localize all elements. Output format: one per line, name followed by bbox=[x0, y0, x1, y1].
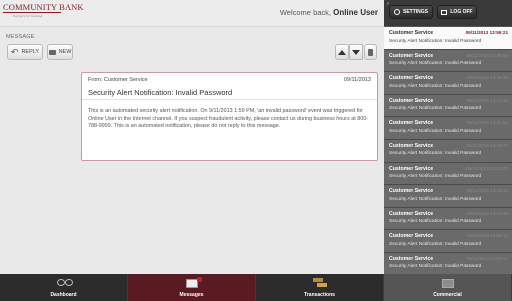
item-subject: Security Alert Notification: Invalid Pas… bbox=[389, 151, 482, 157]
item-subject: Security Alert Notification: Invalid Pas… bbox=[389, 219, 482, 225]
welcome-prefix: Welcome back, bbox=[279, 8, 331, 17]
from-label: From: bbox=[88, 77, 103, 83]
item-date: 09/11/2013 13:41:43 bbox=[466, 97, 508, 103]
message-from: From: Customer Service bbox=[88, 77, 148, 83]
panel-header: ↗ SETTINGS LOG OFF bbox=[384, 0, 512, 26]
message-subject: Security Alert Notification: Invalid Pas… bbox=[88, 88, 233, 97]
item-sender: Customer Service bbox=[389, 97, 434, 104]
bottom-navigation: Dashboard Messages Transactions Commerci… bbox=[0, 274, 512, 301]
item-sender: Customer Service bbox=[389, 255, 434, 262]
new-message-button[interactable]: NEW bbox=[47, 44, 73, 60]
delete-message-button[interactable] bbox=[364, 44, 377, 60]
item-sender: Customer Service bbox=[389, 188, 434, 195]
item-sender: Customer Service bbox=[389, 120, 434, 127]
item-date: 09/11/2013 13:46:19 bbox=[466, 75, 508, 81]
item-date: 09/11/2013 13:29:17 bbox=[466, 142, 508, 148]
item-date: 09/11/2013 13:18:42 bbox=[466, 188, 508, 194]
section-label: MESSAGE bbox=[6, 34, 35, 40]
nav-commercial-label: Commercial bbox=[433, 292, 462, 298]
user-name: Online User bbox=[333, 8, 378, 17]
trash-icon bbox=[368, 48, 373, 56]
welcome-text: Welcome back, Online User bbox=[280, 8, 378, 17]
list-item[interactable]: Customer Service 09/11/2013 13:10:36 Sec… bbox=[384, 207, 512, 231]
item-subject: Security Alert Notification: Invalid Pas… bbox=[389, 196, 482, 202]
item-sender: Customer Service bbox=[389, 75, 434, 82]
nav-transactions[interactable]: Transactions bbox=[256, 274, 384, 301]
item-sender: Customer Service bbox=[389, 30, 434, 36]
next-message-button[interactable] bbox=[349, 44, 363, 60]
message-list-panel: ↗ SETTINGS LOG OFF Customer Service 09/1… bbox=[384, 0, 512, 276]
bank-tagline: Partners for banking bbox=[13, 14, 43, 18]
settings-button[interactable]: SETTINGS bbox=[389, 5, 433, 19]
item-subject: Security Alert Notification: Invalid Pas… bbox=[389, 38, 482, 44]
from-value: Customer Service bbox=[103, 77, 148, 83]
item-subject: Security Alert Notification: Invalid Pas… bbox=[389, 128, 482, 134]
item-date: 09/11/2013 13:48:58 bbox=[466, 52, 508, 58]
item-sender: Customer Service bbox=[389, 142, 434, 149]
nav-messages-label: Messages bbox=[179, 292, 204, 298]
previous-message-button[interactable] bbox=[335, 44, 349, 60]
arrow-up-icon bbox=[338, 49, 346, 55]
item-subject: Security Alert Notification: Invalid Pas… bbox=[389, 264, 482, 270]
list-item[interactable]: Customer Service 09/11/2013 13:46:19 Sec… bbox=[384, 72, 512, 95]
bank-name: COMMUNITY BANK bbox=[3, 2, 84, 13]
item-sender: Customer Service bbox=[389, 233, 434, 240]
nav-dashboard-label: Dashboard bbox=[50, 292, 77, 298]
list-item[interactable]: Customer Service 09/11/2013 13:59:21 Sec… bbox=[384, 27, 512, 50]
divider bbox=[82, 99, 377, 100]
item-sender: Customer Service bbox=[389, 165, 434, 172]
item-subject: Security Alert Notification: Invalid Pas… bbox=[389, 61, 482, 67]
item-subject: Security Alert Notification: Invalid Pas… bbox=[389, 83, 482, 89]
new-label: NEW bbox=[58, 49, 72, 55]
log-off-icon bbox=[441, 9, 448, 15]
message-pane: MESSAGE ↶ REPLY NEW From: Customer Servi… bbox=[0, 28, 384, 274]
item-date: 09/11/2013 13:05:11 bbox=[466, 233, 508, 239]
gear-icon bbox=[393, 9, 400, 15]
list-item[interactable]: Customer Service 09/11/2013 13:21:03 Sec… bbox=[384, 162, 512, 186]
bank-logo[interactable]: COMMUNITY BANK Partners for banking bbox=[3, 2, 84, 22]
item-date: 09/11/2013 13:59:21 bbox=[465, 30, 508, 35]
item-date: 09/11/2013 12:58:47 bbox=[466, 255, 508, 261]
item-subject: Security Alert Notification: Invalid Pas… bbox=[389, 241, 482, 247]
reply-label: REPLY bbox=[21, 49, 40, 55]
reply-icon: ↶ bbox=[10, 47, 19, 57]
item-date: 09/11/2013 13:10:36 bbox=[466, 210, 508, 216]
item-date: 09/11/2013 13:32:55 bbox=[466, 120, 508, 126]
nav-commercial[interactable]: Commercial bbox=[384, 274, 512, 301]
message-date: 09/11/2013 bbox=[343, 77, 371, 83]
reply-button[interactable]: ↶ REPLY bbox=[7, 44, 43, 60]
mail-icon bbox=[48, 49, 56, 55]
list-item[interactable]: Customer Service 09/11/2013 13:41:43 Sec… bbox=[384, 94, 512, 118]
list-item[interactable]: Customer Service 09/11/2013 13:18:42 Sec… bbox=[384, 185, 512, 208]
list-item[interactable]: Customer Service 09/11/2013 13:48:58 Sec… bbox=[384, 49, 512, 73]
item-sender: Customer Service bbox=[389, 210, 434, 217]
list-item[interactable]: Customer Service 09/11/2013 12:58:47 Sec… bbox=[384, 252, 512, 276]
message-card: From: Customer Service 09/11/2013 Securi… bbox=[81, 72, 378, 161]
item-subject: Security Alert Notification: Invalid Pas… bbox=[389, 174, 482, 180]
item-sender: Customer Service bbox=[389, 52, 434, 59]
item-date: 09/11/2013 13:21:03 bbox=[466, 165, 508, 171]
log-off-label: LOG OFF bbox=[450, 9, 473, 15]
list-item[interactable]: Customer Service 09/11/2013 13:05:11 Sec… bbox=[384, 230, 512, 253]
glasses-icon bbox=[57, 279, 73, 286]
top-header: COMMUNITY BANK Partners for banking Welc… bbox=[0, 0, 384, 27]
settings-label: SETTINGS bbox=[402, 9, 428, 15]
log-off-button[interactable]: LOG OFF bbox=[437, 5, 477, 19]
arrow-down-icon bbox=[352, 49, 360, 55]
nav-messages[interactable]: Messages bbox=[128, 274, 256, 301]
unread-badge-icon bbox=[197, 277, 202, 282]
list-item[interactable]: Customer Service 09/11/2013 13:29:17 Sec… bbox=[384, 139, 512, 163]
nav-dashboard[interactable]: Dashboard bbox=[0, 274, 128, 301]
exchange-icon bbox=[313, 278, 327, 288]
message-body: This is an automated security alert noti… bbox=[88, 108, 369, 130]
inbox-list: Customer Service 09/11/2013 13:59:21 Sec… bbox=[384, 27, 512, 276]
item-subject: Security Alert Notification: Invalid Pas… bbox=[389, 106, 482, 112]
list-item[interactable]: Customer Service 09/11/2013 13:32:55 Sec… bbox=[384, 117, 512, 140]
nav-transactions-label: Transactions bbox=[304, 292, 335, 298]
commercial-icon bbox=[442, 279, 454, 288]
